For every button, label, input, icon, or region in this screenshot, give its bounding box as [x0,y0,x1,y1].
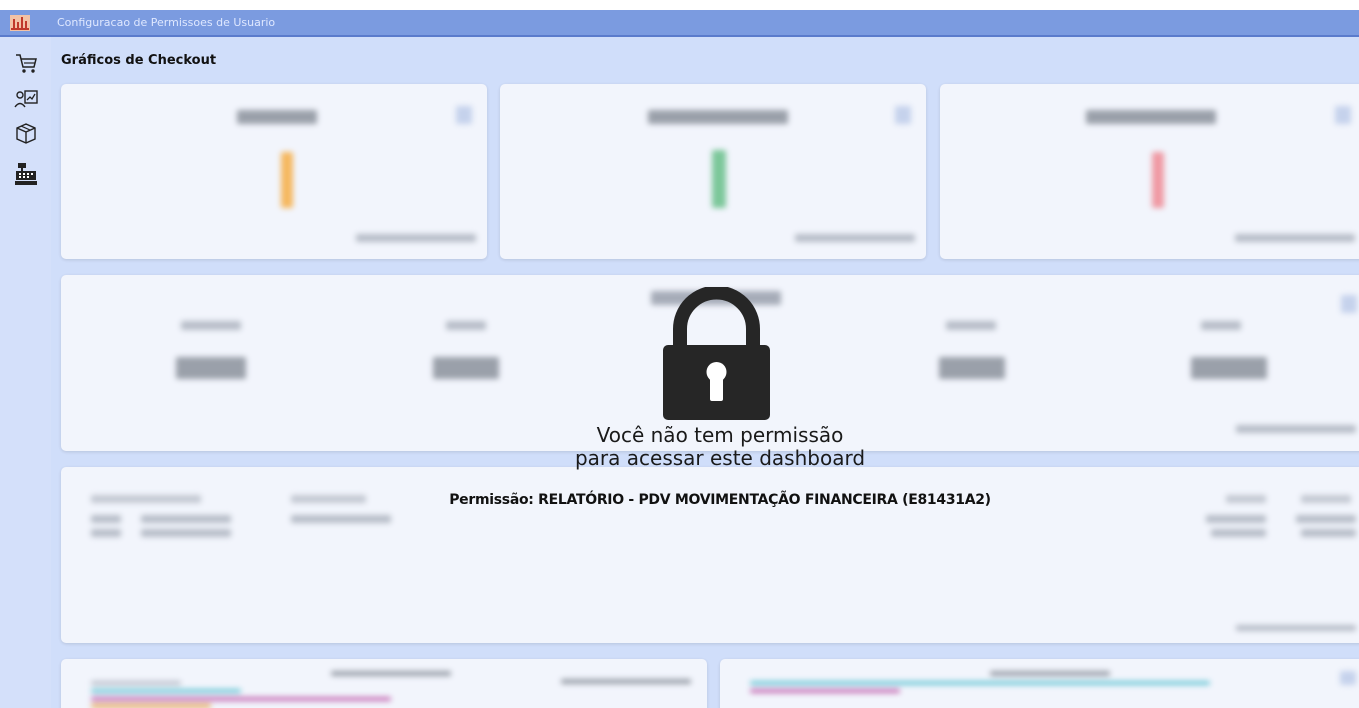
blurred-content [61,84,487,259]
summary-card [61,275,1359,451]
window-title: Configuracao de Permissoes de Usuario [57,16,276,29]
blurred-content [720,659,1359,708]
blurred-content [61,275,1359,451]
indicator-card-red [940,84,1359,259]
blurred-content [500,84,926,259]
cash-register-icon[interactable] [13,161,39,187]
page-title: Gráficos de Checkout [61,53,217,68]
cart-icon[interactable] [13,50,39,76]
dashboard-area: Gráficos de Checkout [51,37,1359,708]
sidebar [0,37,51,708]
chart-card-right [720,659,1359,708]
sales-chart-icon[interactable] [13,87,39,113]
box-icon[interactable] [13,120,39,146]
indicator-card-green [500,84,926,259]
indicator-card-orange [61,84,487,259]
blurred-content [61,467,1359,643]
title-bar: Configuracao de Permissoes de Usuario [0,10,1359,37]
blurred-content [940,84,1359,259]
details-card [61,467,1359,643]
blurred-content [61,659,707,708]
bar-chart-icon [10,15,30,31]
chart-card-left [61,659,707,708]
